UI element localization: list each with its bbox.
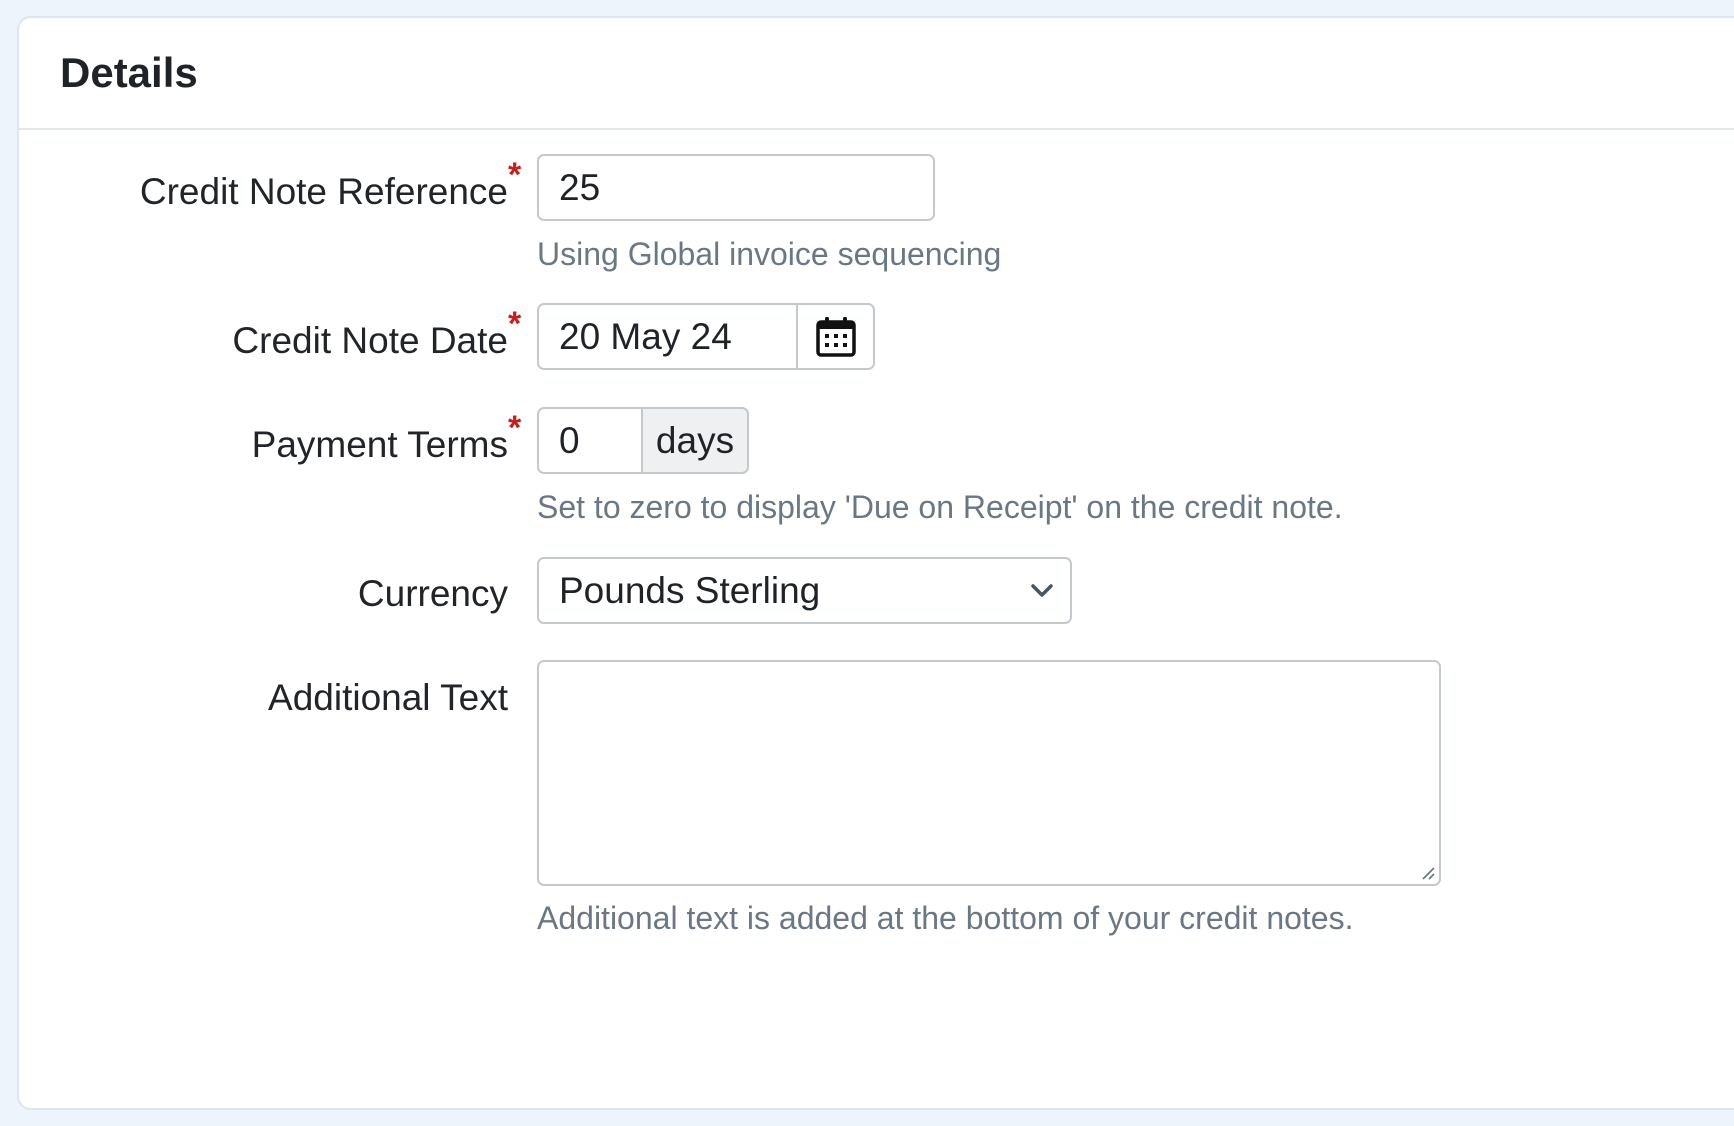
- payment-terms-required-mark: *: [508, 409, 522, 447]
- resize-handle-icon[interactable]: [1420, 865, 1436, 881]
- currency-selected-value: Pounds Sterling: [559, 569, 821, 611]
- currency-label: Currency: [357, 573, 508, 614]
- panel-header: Details: [19, 18, 1734, 130]
- additional-text-help-text: Additional text is added at the bottom o…: [537, 900, 1354, 936]
- days-addon: days: [641, 407, 749, 474]
- payment-terms-input[interactable]: 0: [537, 407, 643, 474]
- payment-terms-help-text: Set to zero to display 'Due on Receipt' …: [537, 489, 1343, 525]
- currency-select[interactable]: Pounds Sterling: [537, 557, 1072, 624]
- payment-terms-label: Payment Terms: [251, 424, 508, 465]
- additional-text-label: Additional Text: [268, 677, 508, 718]
- calendar-icon: [815, 316, 856, 357]
- panel-title: Details: [60, 49, 198, 96]
- additional-text-textarea[interactable]: [537, 660, 1441, 886]
- reference-required-mark: *: [508, 156, 522, 194]
- calendar-button[interactable]: [796, 303, 875, 370]
- date-label: Credit Note Date: [232, 320, 508, 361]
- date-required-mark: *: [508, 305, 522, 343]
- reference-help-text: Using Global invoice sequencing: [537, 236, 1002, 272]
- reference-label: Credit Note Reference: [139, 171, 508, 212]
- chevron-down-icon: [1031, 583, 1053, 597]
- reference-input[interactable]: 25: [537, 154, 935, 221]
- date-input[interactable]: 20 May 24: [537, 303, 799, 370]
